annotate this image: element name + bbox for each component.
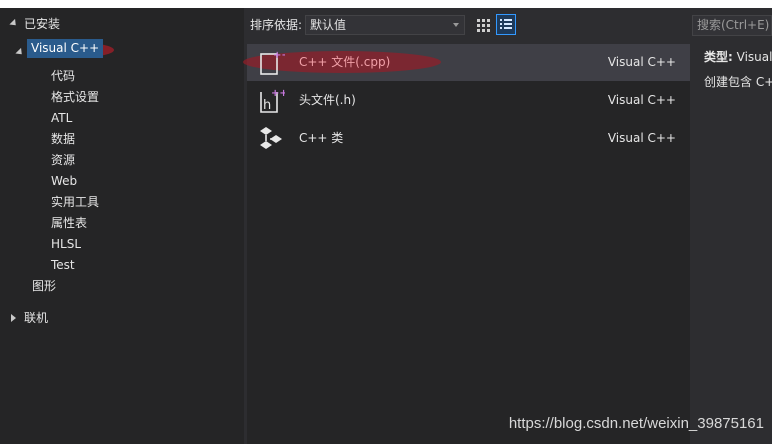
list-view-icon: [500, 19, 512, 29]
detail-type-label: 类型:: [704, 50, 733, 64]
header-file-icon: h ++: [260, 88, 285, 113]
tree-item-property-sheets[interactable]: 属性表: [51, 213, 87, 233]
template-name: C++ 文件(.cpp): [299, 55, 391, 69]
template-language: Visual C++: [607, 55, 676, 69]
template-language: Visual C++: [607, 93, 676, 107]
sort-select[interactable]: 默认值: [305, 15, 465, 35]
template-row-header-file[interactable]: h ++ 头文件(.h) Visual C++: [247, 82, 690, 119]
grid-view-icon: [477, 19, 490, 32]
template-tree-panel: [0, 8, 244, 444]
class-icon: [260, 127, 282, 149]
tree-item-data[interactable]: 数据: [51, 129, 75, 149]
detail-type-value: Visual: [736, 50, 772, 64]
tree-item-code[interactable]: 代码: [51, 66, 75, 86]
tree-online-label: 联机: [24, 311, 49, 325]
tree-item-graphics[interactable]: 图形: [32, 276, 56, 296]
dropdown-arrow-icon: [453, 23, 459, 27]
tree-item-atl[interactable]: ATL: [51, 108, 72, 128]
tree-item-resources[interactable]: 资源: [51, 150, 75, 170]
cpp-file-icon: ++: [260, 50, 285, 75]
template-name: C++ 类: [299, 131, 344, 145]
tree-item-web[interactable]: Web: [51, 171, 77, 191]
template-row-cpp-class[interactable]: C++ 类 Visual C++: [247, 120, 690, 157]
tree-item-formatting[interactable]: 格式设置: [51, 87, 99, 107]
tree-item-visual-cpp[interactable]: Visual C++: [27, 39, 104, 58]
svg-text:++: ++: [271, 88, 285, 99]
tree-item-test[interactable]: Test: [51, 255, 75, 275]
search-input[interactable]: 搜索(Ctrl+E): [692, 15, 772, 36]
list-view-button[interactable]: [496, 14, 516, 35]
tree-item-utility[interactable]: 实用工具: [51, 192, 99, 212]
template-language: Visual C++: [607, 131, 676, 145]
top-strip: [0, 0, 772, 8]
svg-text:++: ++: [273, 50, 285, 61]
collapse-caret-icon[interactable]: [11, 314, 16, 322]
template-row-cpp-file[interactable]: ++ C++ 文件(.cpp) Visual C++: [243, 44, 690, 81]
tree-item-hlsl[interactable]: HLSL: [51, 234, 81, 254]
grid-view-button[interactable]: [473, 14, 493, 35]
svg-text:h: h: [263, 98, 271, 113]
sort-value: 默认值: [310, 18, 347, 32]
sort-label: 排序依据:: [250, 18, 303, 32]
detail-type: 类型: Visual: [704, 48, 772, 66]
template-name: 头文件(.h): [299, 93, 356, 107]
watermark: https://blog.csdn.net/weixin_39875161: [508, 415, 764, 432]
detail-description: 创建包含 C+: [704, 75, 772, 89]
tree-installed-label: 已安装: [24, 17, 61, 31]
